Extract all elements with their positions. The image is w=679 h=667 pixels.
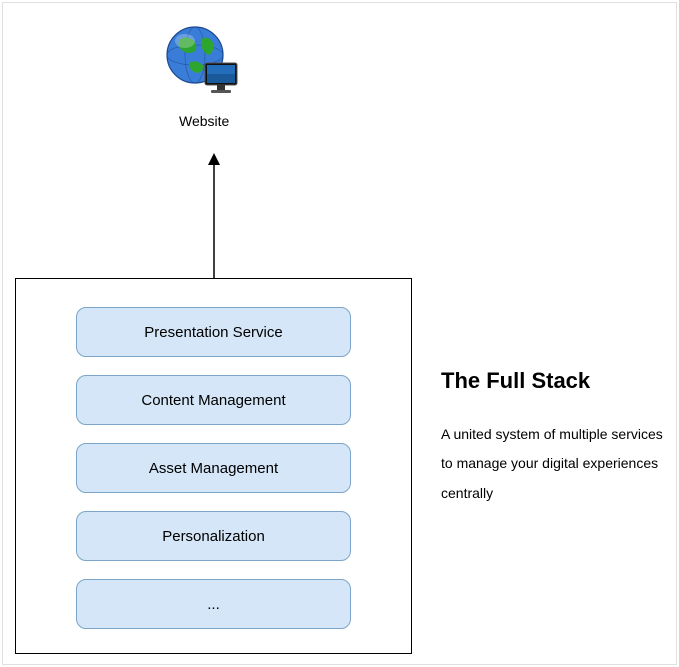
stack-items: Presentation Service Content Management …: [16, 279, 411, 629]
arrow-up-icon: [208, 153, 220, 278]
diagram-frame: Website Presentation Service Content Man…: [2, 2, 677, 665]
aside-title: The Full Stack: [441, 368, 666, 394]
stack-item-content-management: Content Management: [76, 375, 351, 425]
stack-item-presentation: Presentation Service: [76, 307, 351, 357]
aside-text: The Full Stack A united system of multip…: [441, 368, 666, 508]
stack-item-asset-management: Asset Management: [76, 443, 351, 493]
stack-container: Presentation Service Content Management …: [15, 278, 412, 654]
globe-monitor-icon: [161, 21, 241, 101]
aside-description: A united system of multiple services to …: [441, 420, 666, 508]
stack-item-more: ...: [76, 579, 351, 629]
stack-item-personalization: Personalization: [76, 511, 351, 561]
consumer-label: Website: [179, 113, 229, 129]
